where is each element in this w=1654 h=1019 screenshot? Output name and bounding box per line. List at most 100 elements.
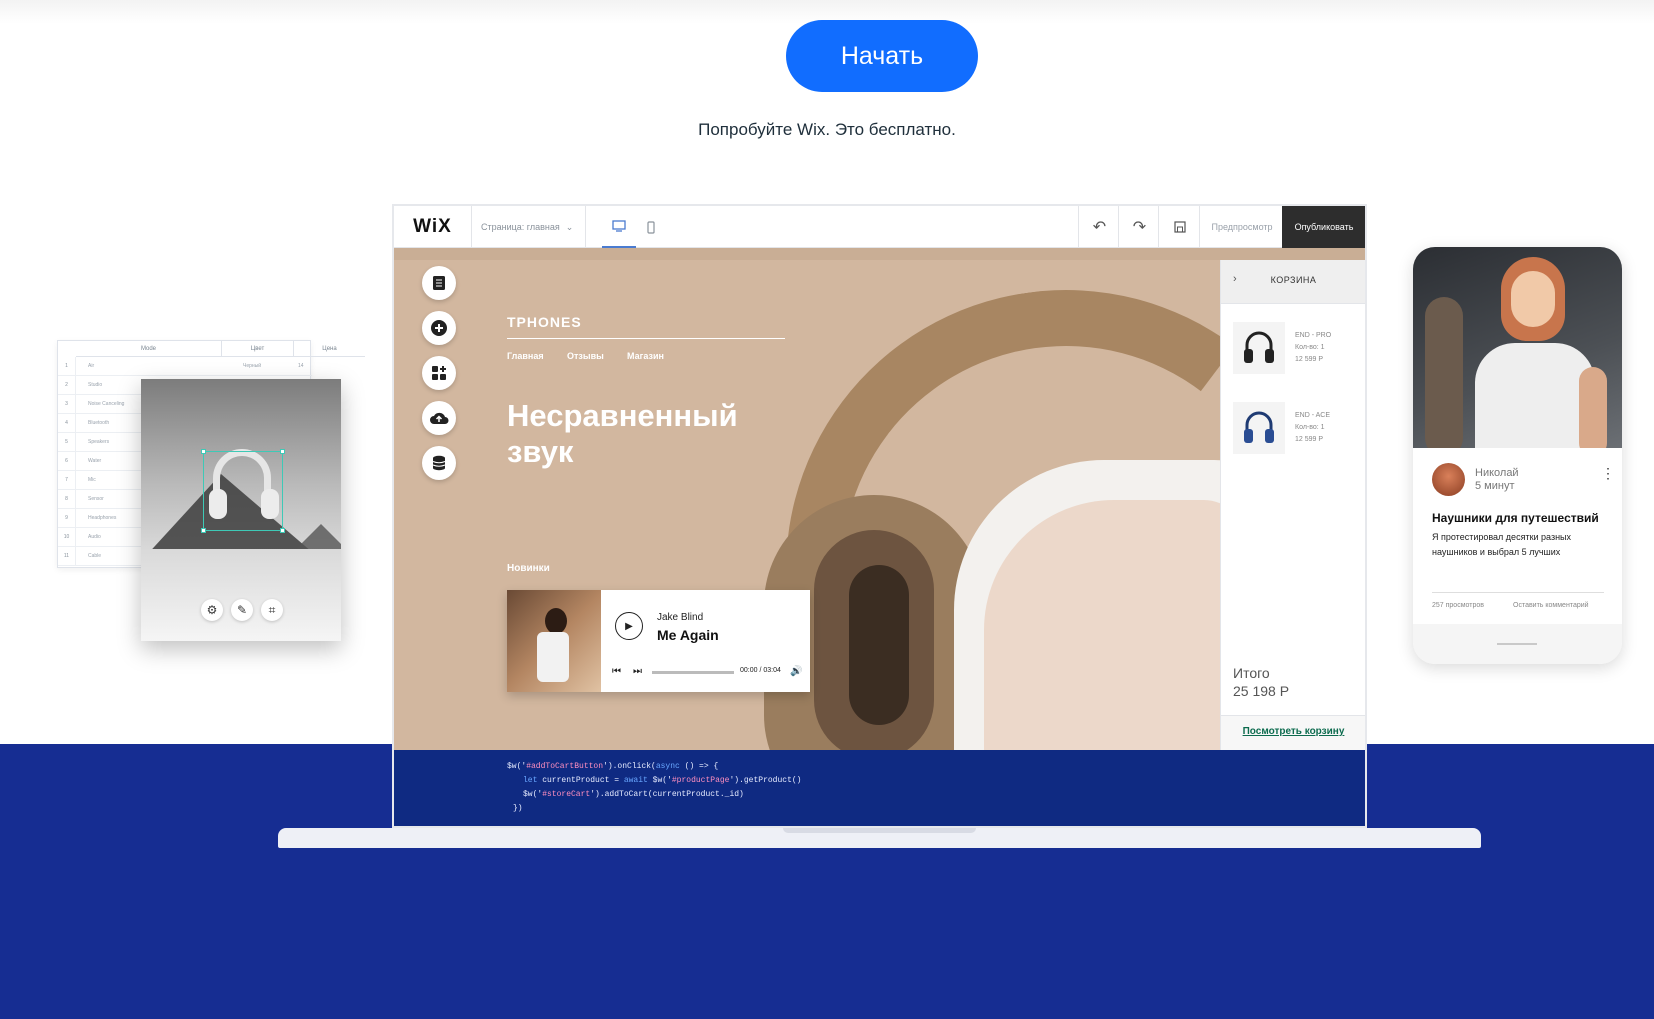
cart-total-value: 25 198 Р: [1233, 683, 1290, 699]
post-title[interactable]: Наушники для путешествий: [1432, 511, 1612, 525]
post-divider: [1432, 592, 1604, 593]
cart-item[interactable]: END - PRO Кол-во: 1 12 599 Р: [1233, 322, 1363, 378]
cart-item-name: END - ACE: [1295, 412, 1331, 419]
row-model: Water: [88, 458, 102, 464]
desktop-view-icon[interactable]: [602, 206, 636, 248]
code-panel: $w('#addToCartButton').onClick(async () …: [394, 750, 1365, 826]
editor-topbar: WiX Страница: главная ⌄ ↶ ↷ Предпросмотр…: [394, 206, 1365, 248]
row-model: Cable: [88, 553, 102, 559]
row-number: 8: [58, 490, 76, 509]
skateboard-shape: [1425, 297, 1463, 448]
next-icon[interactable]: ⏭: [633, 666, 642, 677]
person-arm: [1579, 367, 1607, 448]
leave-comment-link[interactable]: Оставить комментарий: [1513, 602, 1589, 609]
row-number: 5: [58, 433, 76, 452]
row-number: 11: [58, 547, 76, 566]
row-model: Sensor: [88, 496, 104, 502]
headphones-cushion-hole: [849, 565, 909, 725]
site-nav-shop[interactable]: Магазин: [627, 351, 664, 361]
pen-icon[interactable]: ✎: [231, 599, 253, 621]
table-header-color: Цвет: [221, 341, 293, 357]
cart-panel: › КОРЗИНА END - PRO Кол-во: 1 12 599 Р E…: [1220, 260, 1365, 750]
read-time: 5 минут: [1475, 480, 1515, 492]
cart-footer: Посмотреть корзину: [1221, 715, 1365, 750]
row-number: 10: [58, 528, 76, 547]
preview-button[interactable]: Предпросмотр: [1199, 206, 1284, 248]
row-model: Air: [88, 363, 95, 369]
cart-item-price: 12 599 Р: [1295, 356, 1324, 363]
view-cart-link[interactable]: Посмотреть корзину: [1221, 726, 1365, 737]
mobile-view-icon[interactable]: [634, 206, 668, 248]
row-number: 2: [58, 376, 76, 395]
page-selector-label: Страница: главная: [481, 222, 560, 232]
post-excerpt: Я протестировал десятки разных наушников…: [1432, 532, 1572, 557]
settings-icon[interactable]: ⚙: [201, 599, 223, 621]
row-model: Speakers: [88, 439, 110, 445]
table-header-price: Цена: [293, 341, 365, 357]
upload-cloud-icon[interactable]: [422, 401, 456, 435]
row-number: 9: [58, 509, 76, 528]
add-icon[interactable]: [422, 311, 456, 345]
publish-button[interactable]: Опубликовать: [1282, 206, 1365, 248]
phone-mockup: Николай 5 минут ⋮ Наушники для путешеств…: [1413, 247, 1622, 664]
row-number: 7: [58, 471, 76, 490]
save-icon[interactable]: [1158, 206, 1200, 248]
ruler: [394, 248, 1365, 260]
apps-icon[interactable]: [422, 356, 456, 390]
site-divider: [507, 338, 785, 339]
site-headline: Несравненный звук: [507, 398, 738, 469]
editor-window: WiX Страница: главная ⌄ ↶ ↷ Предпросмотр…: [392, 204, 1367, 828]
track-time: 00:00 / 03:04: [740, 667, 781, 674]
new-arrivals-label: Новинки: [507, 563, 550, 574]
music-player: ▶ Jake Blind Me Again ⏮ ⏭ 00:00 / 03:04 …: [507, 590, 810, 692]
row-number: 1: [58, 357, 76, 376]
undo-icon[interactable]: ↶: [1078, 206, 1120, 248]
crop-icon[interactable]: ⌗: [261, 599, 283, 621]
avatar[interactable]: [1432, 463, 1465, 496]
start-button[interactable]: Начать: [786, 20, 978, 92]
progress-bar[interactable]: [652, 671, 734, 674]
headphones-thumb: [1233, 322, 1285, 374]
row-number: 4: [58, 414, 76, 433]
track-title: Me Again: [657, 627, 719, 643]
row-model: Noise Canceling: [88, 401, 125, 407]
row-model: Headphones: [88, 515, 117, 521]
cart-item-qty: Кол-во: 1: [1295, 424, 1325, 431]
laptop-base: [278, 828, 1481, 848]
album-cover: [507, 590, 601, 692]
row-model: Studio: [88, 382, 103, 388]
code-line: $w('#storeCart').addToCart(currentProduc…: [523, 790, 744, 799]
database-icon[interactable]: [422, 446, 456, 480]
page-selector[interactable]: Страница: главная ⌄: [472, 206, 586, 248]
cart-item[interactable]: END - ACE Кол-во: 1 12 599 Р: [1233, 402, 1363, 458]
blog-photo: [1413, 247, 1622, 448]
image-edit-card: ⚙ ✎ ⌗: [141, 379, 341, 641]
play-icon[interactable]: ▶: [615, 612, 643, 640]
tagline: Попробуйте Wix. Это бесплатно.: [698, 120, 956, 139]
wix-logo[interactable]: WiX: [394, 206, 472, 248]
cart-item-price: 12 599 Р: [1295, 436, 1324, 443]
selection-box[interactable]: [201, 449, 285, 533]
row-model: Mic: [88, 477, 96, 483]
code-line: $w('#addToCartButton').onClick(async () …: [507, 762, 719, 771]
cart-item-name: END - PRO: [1295, 332, 1332, 339]
volume-icon[interactable]: 🔊: [790, 666, 802, 677]
redo-icon[interactable]: ↷: [1118, 206, 1160, 248]
more-options-icon[interactable]: ⋮: [1601, 465, 1615, 482]
row-number: 6: [58, 452, 76, 471]
site-nav-home[interactable]: Главная: [507, 351, 544, 361]
cart-header: › КОРЗИНА: [1221, 260, 1365, 304]
headphones-thumb: [1233, 402, 1285, 454]
phone-home-bar: [1413, 624, 1622, 664]
artist-name: Jake Blind: [657, 612, 704, 623]
cart-item-qty: Кол-во: 1: [1295, 344, 1325, 351]
chevron-down-icon: ⌄: [565, 221, 574, 232]
person-face: [1511, 271, 1555, 327]
previous-icon[interactable]: ⏮: [612, 666, 621, 677]
pages-icon[interactable]: [422, 266, 456, 300]
site-nav-reviews[interactable]: Отзывы: [567, 351, 604, 361]
person-body: [1475, 343, 1595, 448]
post-views: 257 просмотров: [1432, 602, 1484, 609]
row-model: Audio: [88, 534, 101, 540]
author-name: Николай: [1475, 467, 1519, 479]
